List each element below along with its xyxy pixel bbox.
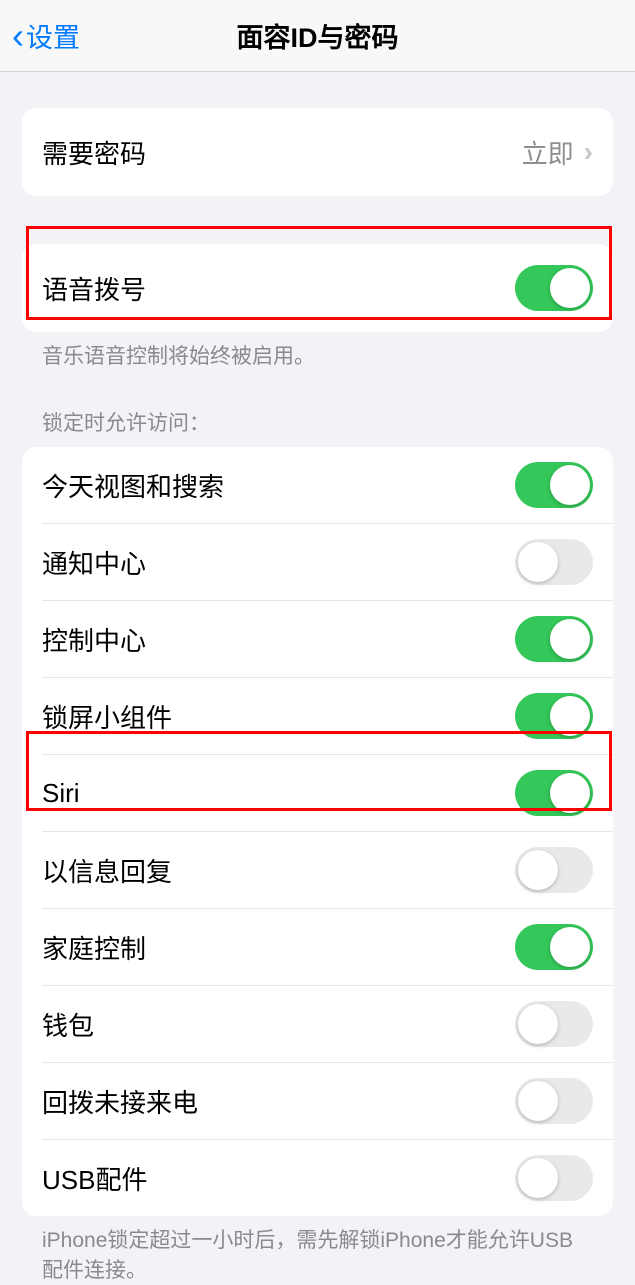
voice-dial-toggle[interactable] — [515, 265, 593, 311]
list-item-label: 今天视图和搜索 — [42, 467, 224, 504]
list-item-label: 锁屏小组件 — [42, 698, 172, 735]
voice-dial-footer: 音乐语音控制将始终被启用。 — [22, 332, 613, 371]
list-item-toggle[interactable] — [515, 1078, 593, 1124]
row-require-passcode[interactable]: 需要密码 立即 › — [22, 108, 613, 196]
list-item-toggle[interactable] — [515, 1155, 593, 1201]
require-passcode-value: 立即 — [522, 134, 574, 171]
list-item-toggle[interactable] — [515, 539, 593, 585]
list-item: 钱包 — [22, 986, 613, 1062]
chevron-right-icon: › — [584, 136, 593, 168]
list-item-toggle[interactable] — [515, 847, 593, 893]
list-item-toggle[interactable] — [515, 770, 593, 816]
allow-access-footer: iPhone锁定超过一小时后，需先解锁iPhone才能允许USB 配件连接。 — [22, 1216, 613, 1285]
page-title: 面容ID与密码 — [0, 16, 635, 55]
list-item-toggle[interactable] — [515, 1001, 593, 1047]
list-item-label: 通知中心 — [42, 544, 146, 581]
list-item: 通知中心 — [22, 524, 613, 600]
list-item-label: Siri — [42, 778, 80, 809]
list-item-label: 回拨未接来电 — [42, 1083, 198, 1120]
group-require-passcode: 需要密码 立即 › — [22, 108, 613, 196]
list-item: 回拨未接来电 — [22, 1063, 613, 1139]
chevron-left-icon: ‹ — [12, 18, 24, 54]
list-item-label: USB配件 — [42, 1160, 147, 1197]
list-item: 控制中心 — [22, 601, 613, 677]
list-item-label: 控制中心 — [42, 621, 146, 658]
back-label: 设置 — [26, 16, 80, 55]
list-item-toggle[interactable] — [515, 616, 593, 662]
list-item-toggle[interactable] — [515, 693, 593, 739]
list-item: 今天视图和搜索 — [22, 447, 613, 523]
back-button[interactable]: ‹ 设置 — [0, 16, 80, 55]
group-voice-dial: 语音拨号 — [22, 244, 613, 332]
list-item: Siri — [22, 755, 613, 831]
allow-access-header: 锁定时允许访问： — [22, 371, 613, 447]
row-voice-dial: 语音拨号 — [22, 244, 613, 332]
list-item-label: 家庭控制 — [42, 929, 146, 966]
list-item-toggle[interactable] — [515, 462, 593, 508]
group-allow-access: 今天视图和搜索通知中心控制中心锁屏小组件 Siri 以信息回复家庭控制钱包回拨未接来… — [22, 447, 613, 1216]
voice-dial-label: 语音拨号 — [42, 270, 146, 307]
list-item-label: 钱包 — [42, 1006, 94, 1043]
list-item: 锁屏小组件 — [22, 678, 613, 754]
require-passcode-label: 需要密码 — [42, 134, 146, 171]
header-bar: ‹ 设置 面容ID与密码 — [0, 0, 635, 72]
list-item: 以信息回复 — [22, 832, 613, 908]
list-item-toggle[interactable] — [515, 924, 593, 970]
list-item: USB配件 — [22, 1140, 613, 1216]
list-item-label: 以信息回复 — [42, 852, 172, 889]
list-item: 家庭控制 — [22, 909, 613, 985]
